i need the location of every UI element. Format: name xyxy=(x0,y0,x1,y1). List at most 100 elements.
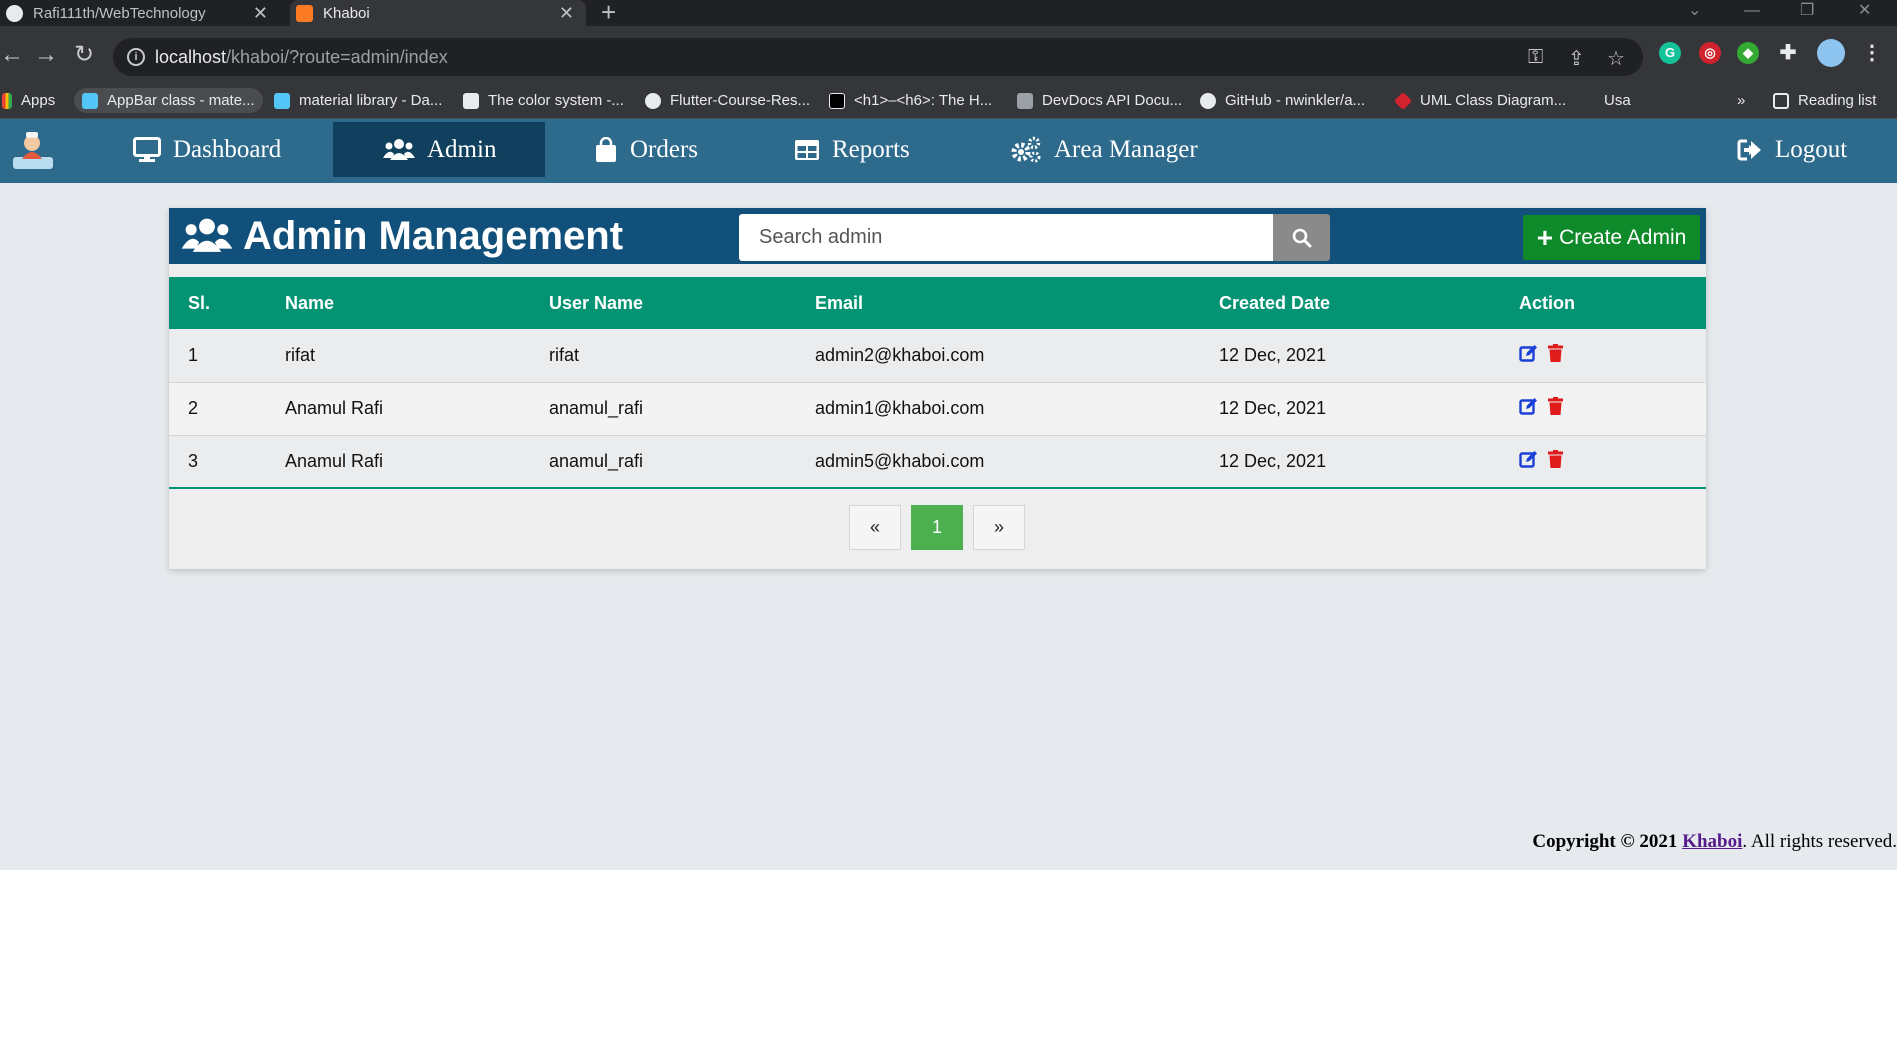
table-row: 1 rifat rifat admin2@khaboi.com 12 Dec, … xyxy=(169,329,1706,382)
browser-tab-strip: Rafi111th/WebTechnology ✕ Khaboi ✕ + ⌄ —… xyxy=(0,0,1897,26)
column-header-sl: Sl. xyxy=(169,277,285,329)
page-viewport: Dashboard Admin Orders Reports Area Mana… xyxy=(0,119,1897,1063)
window-close-icon[interactable]: ✕ xyxy=(1858,0,1871,22)
pagination-page-button[interactable]: 1 xyxy=(911,505,963,550)
page-title: Admin Management xyxy=(181,214,623,258)
bookmark-item[interactable]: Flutter-Course-Res... xyxy=(645,88,810,113)
tab-search-icon[interactable]: ⌄ xyxy=(1688,0,1701,22)
nav-item-area-manager[interactable]: Area Manager xyxy=(1010,122,1220,177)
menu-icon[interactable]: ⋮ xyxy=(1861,42,1883,64)
address-bar[interactable]: i localhost/khaboi/?route=admin/index ⚿ … xyxy=(113,38,1643,76)
table-icon xyxy=(795,139,819,160)
flutter-icon xyxy=(82,92,98,109)
cell-username: anamul_rafi xyxy=(549,450,644,471)
logout-button[interactable]: Logout xyxy=(1737,122,1857,177)
avatar[interactable] xyxy=(1817,39,1845,67)
footer-brand-link[interactable]: Khaboi xyxy=(1682,831,1742,852)
url-text[interactable]: localhost/khaboi/?route=admin/index xyxy=(155,47,448,68)
reading-list-button[interactable]: Reading list xyxy=(1773,88,1876,113)
cogs-icon xyxy=(1011,136,1041,162)
browser-tab[interactable]: Rafi111th/WebTechnology ✕ xyxy=(0,0,280,26)
puzzle-icon[interactable]: ✚ xyxy=(1777,42,1799,64)
edit-icon[interactable] xyxy=(1519,397,1538,415)
minimize-icon[interactable]: — xyxy=(1744,0,1760,22)
users-icon xyxy=(383,138,415,160)
edit-icon[interactable] xyxy=(1519,344,1538,362)
browser-tab-active[interactable]: Khaboi ✕ xyxy=(290,0,586,26)
bookmark-item[interactable]: <h1>–<h6>: The H... xyxy=(829,88,992,113)
bookmark-apps[interactable]: Apps xyxy=(2,88,55,113)
bookmarks-overflow-button[interactable]: » xyxy=(1737,88,1745,113)
create-admin-button[interactable]: + Create Admin xyxy=(1523,215,1700,260)
close-icon[interactable]: ✕ xyxy=(559,3,574,23)
admin-management-panel: Admin Management + Create Admin xyxy=(169,208,1706,569)
cell-name: Anamul Rafi xyxy=(285,398,384,418)
cell-action xyxy=(1519,435,1706,488)
usa-icon xyxy=(1585,93,1595,109)
table-header-row: Sl. Name User Name Email Created Date Ac… xyxy=(169,277,1706,329)
search-button[interactable] xyxy=(1273,214,1330,261)
search-input[interactable] xyxy=(739,214,1273,261)
bookmark-item[interactable]: AppBar class - mate... xyxy=(74,88,263,113)
bookmarks-bar: Apps AppBar class - mate... material lib… xyxy=(0,82,1897,119)
edit-icon[interactable] xyxy=(1519,450,1538,468)
github-icon xyxy=(6,4,23,22)
column-header-email: Email xyxy=(815,277,1219,329)
nav-item-orders[interactable]: Orders xyxy=(594,122,714,177)
reload-icon[interactable]: ↻ xyxy=(74,42,94,68)
forward-icon[interactable]: → xyxy=(34,42,58,68)
search-icon xyxy=(1292,228,1311,247)
column-header-name: Name xyxy=(285,277,549,329)
khaboi-logo[interactable] xyxy=(10,129,56,173)
xampp-icon xyxy=(296,4,313,22)
cell-username: rifat xyxy=(549,344,580,365)
nav-item-dashboard[interactable]: Dashboard xyxy=(133,122,303,177)
pagination-prev-button[interactable]: « xyxy=(849,505,901,550)
devdocs-icon xyxy=(1017,92,1033,109)
bookmark-item[interactable]: Usa xyxy=(1585,88,1631,113)
bookmark-item[interactable]: material library - Da... xyxy=(274,88,442,113)
panel-header: Admin Management + Create Admin xyxy=(169,208,1706,264)
main-navbar: Dashboard Admin Orders Reports Area Mana… xyxy=(0,119,1897,183)
nav-item-reports[interactable]: Reports xyxy=(794,122,924,177)
cell-action xyxy=(1519,329,1706,382)
cell-name: rifat xyxy=(285,344,316,365)
bookmark-item[interactable]: UML Class Diagram... xyxy=(1393,88,1566,113)
cell-action xyxy=(1519,382,1706,435)
column-header-username: User Name xyxy=(549,277,815,329)
reading-list-icon xyxy=(1773,92,1789,109)
extension-icon[interactable]: ◎ xyxy=(1699,42,1721,64)
back-icon[interactable]: ← xyxy=(0,42,24,68)
trash-icon[interactable] xyxy=(1548,343,1563,362)
trash-icon[interactable] xyxy=(1548,449,1563,468)
admin-table: Sl. Name User Name Email Created Date Ac… xyxy=(169,277,1706,489)
cell-email: admin2@khaboi.com xyxy=(815,344,985,365)
cell-sl: 3 xyxy=(188,450,199,471)
star-icon[interactable]: ☆ xyxy=(1607,46,1625,71)
new-tab-button[interactable]: + xyxy=(601,0,616,25)
main-content: Admin Management + Create Admin xyxy=(0,183,1897,870)
pagination-next-button[interactable]: » xyxy=(973,505,1025,550)
table-row: 3 Anamul Rafi anamul_rafi admin5@khaboi.… xyxy=(169,435,1706,488)
restore-icon[interactable]: ❐ xyxy=(1800,0,1814,22)
trash-icon[interactable] xyxy=(1548,397,1563,415)
shopping-bag-icon xyxy=(596,136,616,162)
mdn-icon xyxy=(829,92,845,109)
site-info-icon[interactable]: i xyxy=(127,48,145,66)
close-icon[interactable]: ✕ xyxy=(253,3,268,23)
pagination: « 1 » xyxy=(849,505,1025,550)
bookmark-item[interactable]: GitHub - nwinkler/a... xyxy=(1200,88,1365,113)
extension-icon[interactable]: ◆ xyxy=(1737,42,1759,64)
cell-created-date: 12 Dec, 2021 xyxy=(1219,398,1327,418)
footer-copyright: Copyright © 2021 Khaboi. All rights rese… xyxy=(1532,831,1897,852)
cell-created-date: 12 Dec, 2021 xyxy=(1219,344,1327,365)
cell-email: admin5@khaboi.com xyxy=(815,450,985,471)
bookmark-item[interactable]: DevDocs API Docu... xyxy=(1017,88,1182,113)
flutter-icon xyxy=(274,92,290,109)
share-icon[interactable]: ⇪ xyxy=(1568,46,1585,71)
table-row: 2 Anamul Rafi anamul_rafi admin1@khaboi.… xyxy=(169,382,1706,435)
bookmark-item[interactable]: The color system -... xyxy=(463,88,624,113)
nav-item-admin[interactable]: Admin xyxy=(333,122,545,177)
grammarly-icon[interactable]: G xyxy=(1659,42,1681,64)
key-icon[interactable]: ⚿ xyxy=(1528,46,1543,69)
